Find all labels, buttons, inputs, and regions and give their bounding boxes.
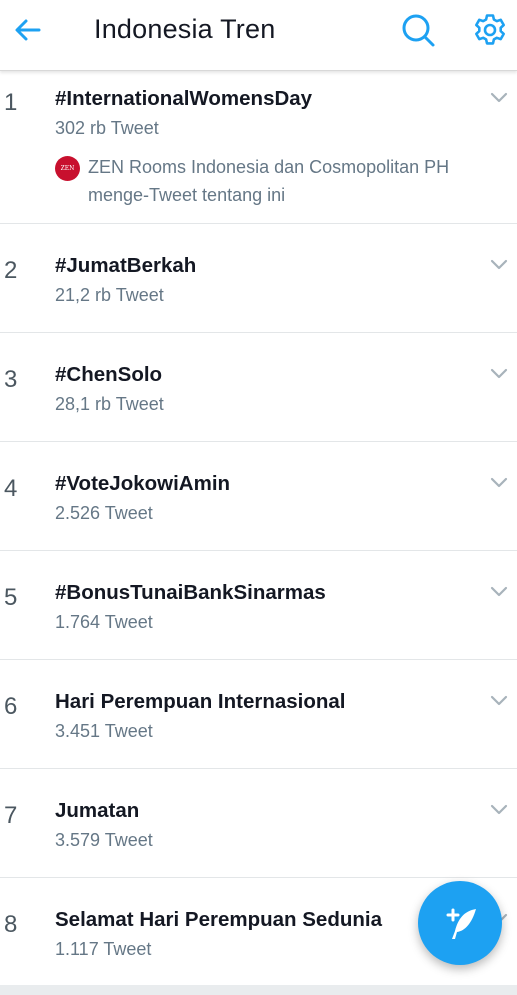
compose-tweet-icon: [446, 908, 476, 939]
trend-name: #InternationalWomensDay: [55, 87, 313, 110]
trend-rank: 8: [4, 911, 18, 938]
trend-tweet-count: 3.451 Tweet: [55, 721, 153, 741]
chevron-down-icon[interactable]: [489, 91, 509, 105]
trend-name: #ChenSolo: [55, 363, 163, 386]
trend-name: #JumatBerkah: [55, 254, 197, 277]
trend-name: Hari Perempuan Internasional: [55, 690, 346, 713]
search-icon: [402, 14, 435, 47]
chevron-down-icon[interactable]: [489, 585, 509, 599]
trend-name: Selamat Hari Perempuan Sedunia: [55, 908, 382, 931]
trends-list: 1 #InternationalWomensDay 302 rb Tweet Z…: [0, 71, 517, 987]
chevron-down-icon[interactable]: [489, 694, 509, 708]
trend-tweet-count: 3.579 Tweet: [55, 830, 153, 850]
trend-name: #BonusTunaiBankSinarmas: [55, 581, 326, 604]
chevron-down-icon[interactable]: [489, 476, 509, 490]
trend-name: #VoteJokowiAmin: [55, 472, 231, 495]
context-text: ZEN Rooms Indonesia dan Cosmopolitan PH …: [88, 157, 450, 205]
arrow-left-icon: [15, 19, 41, 41]
page-title: Indonesia Tren: [94, 14, 276, 44]
trend-item[interactable]: 7 Jumatan 3.579 Tweet: [0, 769, 517, 878]
chevron-down-icon[interactable]: [489, 367, 509, 381]
trend-item[interactable]: 4 #VoteJokowiAmin 2.526 Tweet: [0, 442, 517, 551]
trend-item[interactable]: 1 #InternationalWomensDay 302 rb Tweet Z…: [0, 71, 517, 224]
chevron-down-icon[interactable]: [489, 258, 509, 272]
trend-tweet-count: 1.764 Tweet: [55, 612, 153, 632]
trend-item[interactable]: 2 #JumatBerkah 21,2 rb Tweet: [0, 224, 517, 333]
trend-rank: 6: [4, 693, 18, 720]
trend-item[interactable]: 3 #ChenSolo 28,1 rb Tweet: [0, 333, 517, 442]
settings-button[interactable]: [470, 10, 510, 50]
trend-rank: 2: [4, 257, 18, 284]
trend-tweet-count: 302 rb Tweet: [55, 118, 159, 138]
trend-rank: 1: [4, 89, 18, 116]
app-header: Indonesia Tren: [0, 0, 517, 71]
trend-rank: 7: [4, 802, 18, 829]
trend-tweet-count: 28,1 rb Tweet: [55, 394, 164, 414]
context-avatar: ZEN: [55, 156, 80, 181]
search-button[interactable]: [398, 10, 438, 50]
trend-rank: 3: [4, 366, 18, 393]
context-avatar-label: ZEN: [60, 165, 75, 172]
trend-tweet-count: 21,2 rb Tweet: [55, 285, 164, 305]
trend-tweet-count: 1.117 Tweet: [55, 939, 152, 959]
trend-rank: 5: [4, 584, 18, 611]
trend-item[interactable]: 6 Hari Perempuan Internasional 3.451 Twe…: [0, 660, 517, 769]
compose-tweet-button[interactable]: [418, 881, 502, 965]
trend-tweet-count: 2.526 Tweet: [55, 503, 153, 523]
gear-icon: [475, 14, 505, 45]
bottom-edge: [0, 985, 517, 995]
chevron-down-icon[interactable]: [489, 803, 509, 817]
trend-item[interactable]: 5 #BonusTunaiBankSinarmas 1.764 Tweet: [0, 551, 517, 660]
back-button[interactable]: [10, 12, 46, 48]
trend-rank: 4: [4, 475, 18, 502]
trend-name: Jumatan: [55, 799, 140, 822]
